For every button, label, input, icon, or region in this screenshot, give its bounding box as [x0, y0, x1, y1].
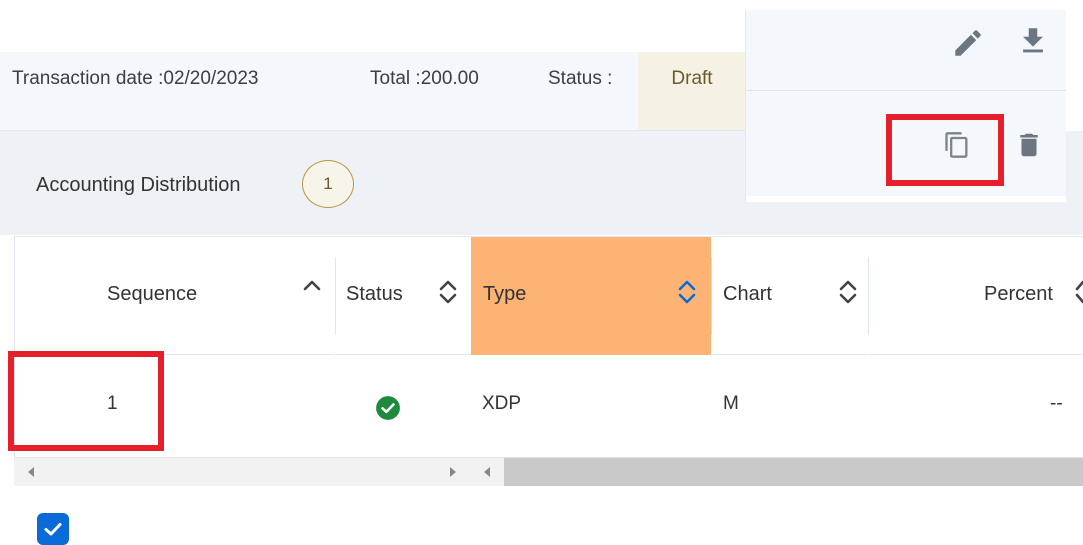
status-badge: Draft — [638, 52, 746, 130]
scroll-right-icon[interactable] — [446, 464, 460, 480]
check-circle-icon — [376, 396, 400, 420]
section-title: Accounting Distribution — [36, 174, 241, 196]
column-header-sequence[interactable]: Sequence — [15, 237, 335, 355]
column-header-chart[interactable]: Chart — [712, 237, 868, 355]
column-header-status[interactable]: Status — [336, 237, 471, 355]
edit-button[interactable] — [951, 26, 985, 60]
distribution-table: Sequence Status Type Chart Percent 1 XDP… — [14, 236, 1083, 545]
download-button[interactable] — [1016, 24, 1050, 58]
sort-icon[interactable] — [676, 277, 698, 307]
copy-button-highlight — [886, 114, 1004, 186]
row-select-checkbox[interactable] — [37, 513, 69, 545]
cell-type: XDP — [482, 393, 522, 414]
checkbox-checked-icon — [44, 523, 62, 536]
column-label-sequence: Sequence — [107, 283, 198, 305]
transaction-date: Transaction date :02/20/2023 — [12, 68, 259, 89]
scroll-left-icon[interactable] — [480, 464, 494, 480]
distribution-count-badge: 1 — [302, 160, 354, 208]
panel-divider — [746, 90, 1066, 91]
sort-asc-icon[interactable] — [301, 273, 323, 303]
status-value: Draft — [671, 68, 713, 89]
status-label: Status : — [548, 68, 613, 89]
sort-icon[interactable] — [837, 277, 859, 307]
panel-bottom-rule — [746, 196, 1066, 202]
transaction-total: Total :200.00 — [370, 68, 479, 89]
sort-icon[interactable] — [1075, 277, 1083, 307]
scrollbar-thumb[interactable] — [504, 458, 1083, 486]
row-selection-highlight — [8, 351, 164, 451]
delete-icon — [1020, 133, 1038, 157]
cell-percent: -- — [1050, 393, 1063, 414]
transaction-summary-bar: Transaction date :02/20/2023 Total :200.… — [0, 52, 760, 131]
table-row[interactable]: 1 XDP M -- — [15, 355, 1083, 545]
horizontal-scrollbar[interactable] — [14, 457, 1083, 486]
edit-icon — [955, 30, 981, 56]
column-label-type: Type — [483, 283, 527, 305]
column-header-type[interactable]: Type — [471, 237, 711, 355]
cell-chart: M — [723, 393, 739, 414]
download-icon — [1023, 28, 1043, 53]
delete-button[interactable] — [1014, 127, 1044, 163]
column-header-percent[interactable]: Percent — [869, 237, 1083, 355]
scroll-left-icon[interactable] — [24, 464, 38, 480]
column-label-percent: Percent — [984, 283, 1053, 305]
sort-icon[interactable] — [437, 277, 459, 307]
column-label-chart: Chart — [723, 283, 772, 305]
column-label-status: Status — [346, 283, 403, 305]
